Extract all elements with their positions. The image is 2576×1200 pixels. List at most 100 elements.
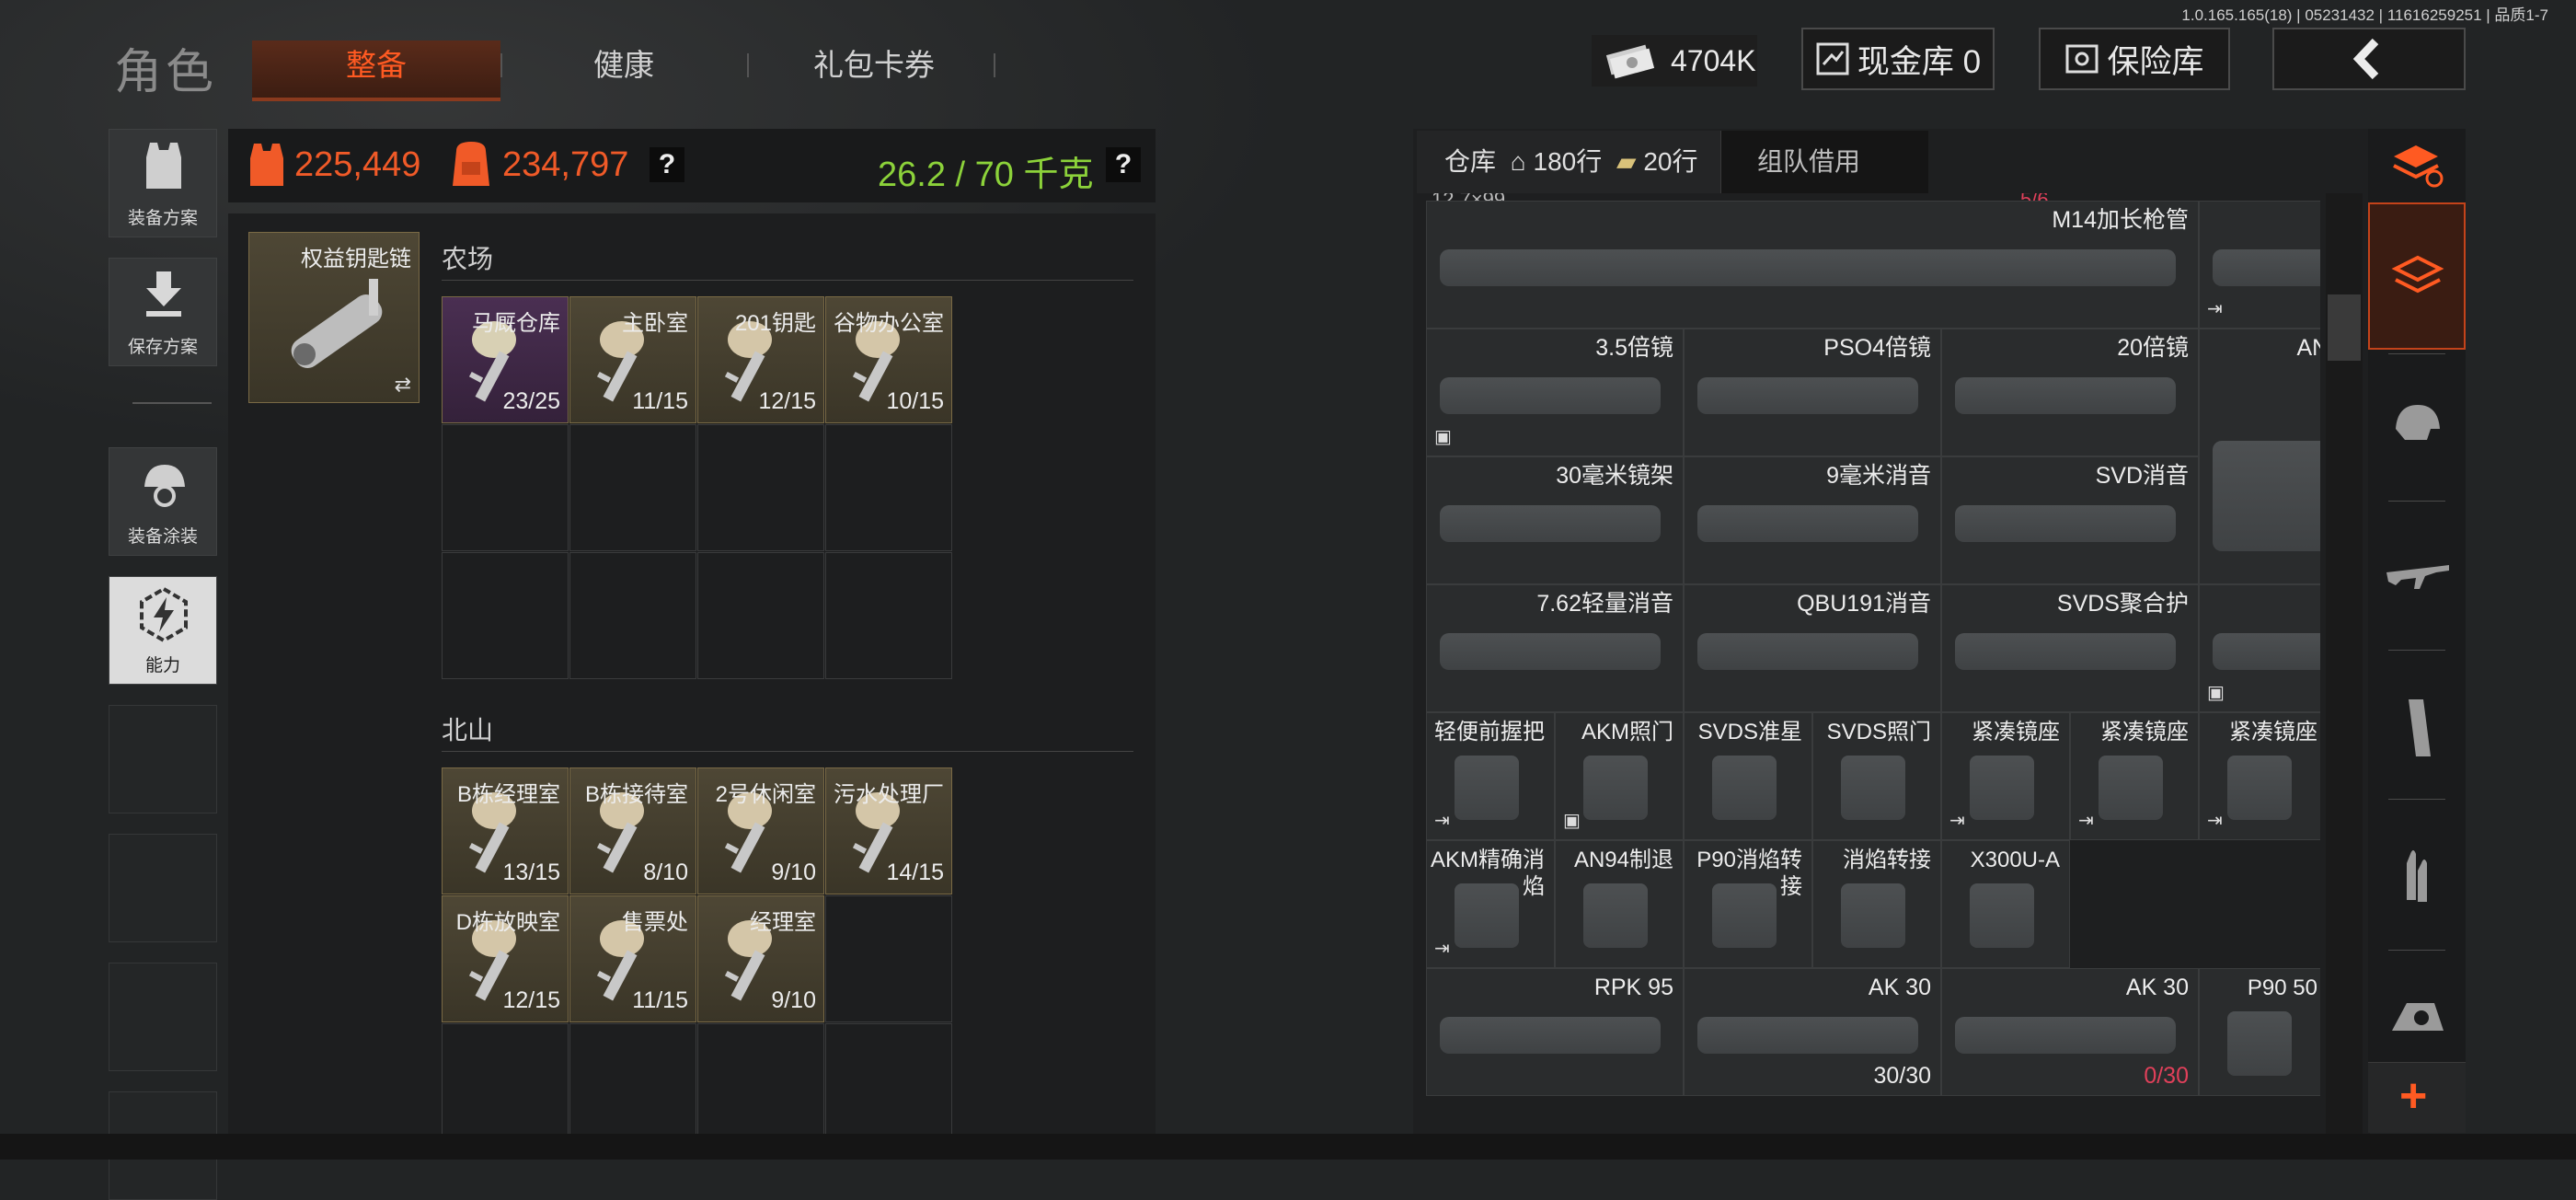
tab-health[interactable]: 健康 — [512, 40, 736, 98]
ability-button[interactable]: 能力 — [109, 576, 217, 685]
all-items-icon[interactable] — [2388, 138, 2445, 198]
helmet-icon[interactable] — [2390, 398, 2445, 454]
key-slot[interactable]: 马厩仓库 23/25 — [442, 296, 569, 423]
item-image — [1841, 883, 1905, 948]
save-loadout-button[interactable]: 保存方案 — [109, 258, 217, 366]
tab-divider — [994, 53, 995, 77]
tab-team-borrow[interactable]: 组队借用 — [1757, 131, 1923, 193]
key-name: 201钥匙 — [734, 311, 816, 336]
rifle-icon[interactable] — [2383, 552, 2453, 603]
key-slot[interactable]: 经理室 9/10 — [697, 895, 824, 1022]
warehouse-item-cell[interactable]: QBU191消音 — [1684, 584, 1941, 712]
add-button[interactable]: + — [2368, 1062, 2466, 1133]
empty-key-slot[interactable] — [569, 424, 696, 551]
warehouse-item-cell[interactable]: 9毫米消音 — [1684, 456, 1941, 584]
warehouse-item-cell[interactable]: PSO4倍镜 — [1684, 329, 1941, 456]
gear-loadout-button[interactable]: 装备方案 — [109, 129, 217, 237]
warehouse-item-cell[interactable]: 3.5倍镜⇥ — [2199, 201, 2320, 329]
empty-key-slot[interactable] — [825, 1023, 952, 1150]
warehouse-item-cell[interactable]: 消焰转接 — [1812, 840, 1941, 968]
warehouse-item-cell[interactable]: 7.62轻量消音 — [1426, 584, 1684, 712]
warehouse-item-cell[interactable]: 轻便前握把▣ — [2199, 584, 2320, 712]
empty-slot — [109, 963, 217, 1071]
warehouse-item-cell[interactable]: 30毫米镜架 — [1426, 456, 1684, 584]
key-slot[interactable]: D栋放映室 12/15 — [442, 895, 569, 1022]
warehouse-item-cell[interactable]: X300U-A — [1941, 840, 2070, 968]
magazine-icon[interactable] — [2399, 696, 2436, 765]
key-slot[interactable]: 售票处 11/15 — [569, 895, 696, 1022]
warehouse-item-cell[interactable]: SVDS聚合护 — [1941, 584, 2199, 712]
item-image — [1440, 632, 1661, 670]
key-count: 12/15 — [758, 388, 816, 414]
empty-key-slot[interactable] — [825, 895, 952, 1022]
empty-key-slot[interactable] — [825, 424, 952, 551]
safe-box-label: 保险库 — [2107, 43, 2204, 80]
tab-warehouse[interactable]: 仓库 ⌂ 180行 ▰ 20行 — [1417, 131, 1721, 193]
warehouse-item-cell[interactable]: 紧凑镜座 ⇥ — [1941, 712, 2070, 840]
help-button[interactable]: ? — [650, 147, 684, 182]
sight-icon[interactable] — [2388, 994, 2447, 1044]
warehouse-item-cell[interactable]: AKM照门 ▣ — [1555, 712, 1684, 840]
empty-key-slot[interactable] — [697, 552, 824, 679]
swap-icon[interactable]: ⇄ — [395, 373, 411, 397]
warehouse-item-cell[interactable]: SVDS照门 — [1812, 712, 1941, 840]
warehouse-scrollbar[interactable] — [2326, 193, 2363, 1160]
warehouse-item-cell[interactable]: AK 30 30/30 — [1684, 968, 1941, 1096]
box-icon: ▣ — [2207, 683, 2225, 703]
tab-gift-cards[interactable]: 礼包卡券 — [764, 40, 984, 98]
warehouse-item-cell[interactable]: RPK 95 — [1426, 968, 1684, 1096]
scrollbar-thumb[interactable] — [2328, 294, 2361, 361]
keychain-slot[interactable]: 权益钥匙链 ⇄ — [248, 232, 420, 403]
download-icon — [146, 271, 181, 317]
cash-vault-button[interactable]: 现金库 0 — [1801, 28, 1995, 90]
key-slot[interactable]: 污水处理厂 14/15 — [825, 767, 952, 894]
empty-key-slot[interactable] — [825, 552, 952, 679]
ammo-icon[interactable] — [2398, 847, 2438, 912]
item-image — [1955, 376, 2176, 414]
empty-key-slot[interactable] — [697, 1023, 824, 1150]
warehouse-item-cell[interactable]: P90消焰转接 — [1684, 840, 1812, 968]
empty-key-slot[interactable] — [442, 424, 569, 551]
key-slot[interactable]: 谷物办公室 10/15 — [825, 296, 952, 423]
key-count: 9/10 — [771, 860, 816, 885]
layers-filter-button[interactable] — [2368, 202, 2466, 350]
bottom-strip — [0, 1134, 2576, 1160]
item-name: 20倍镜 — [2117, 335, 2189, 361]
nav-divider — [2388, 501, 2445, 502]
empty-key-slot[interactable] — [442, 552, 569, 679]
item-name: 紧凑镜座 — [2229, 720, 2317, 744]
warehouse-item-cell[interactable]: 3.5倍镜 ▣ — [1426, 329, 1684, 456]
key-slot[interactable]: 2号休闲室 9/10 — [697, 767, 824, 894]
side-divider — [132, 402, 212, 404]
warehouse-label: 仓库 — [1444, 147, 1497, 176]
back-button[interactable] — [2272, 28, 2466, 90]
empty-key-slot[interactable] — [569, 552, 696, 679]
backpack-icon — [453, 142, 489, 186]
warehouse-item-cell[interactable]: SVDS准星 — [1684, 712, 1812, 840]
key-slot[interactable]: 主卧室 11/15 — [569, 296, 696, 423]
warehouse-item-cell[interactable]: P90 50 — [2199, 968, 2320, 1096]
key-name: 污水处理厂 — [834, 782, 944, 807]
key-slot[interactable]: B栋经理室 13/15 — [442, 767, 569, 894]
empty-key-slot[interactable] — [569, 1023, 696, 1150]
safe-box-button[interactable]: 保险库 — [2039, 28, 2230, 90]
banknote-icon — [1605, 44, 1655, 79]
warehouse-item-cell[interactable]: M14加长枪管 — [1426, 201, 2199, 329]
warehouse-item-cell[interactable]: AK 30 0/30 — [1941, 968, 2199, 1096]
warehouse-item-cell[interactable]: SVD消音 — [1941, 456, 2199, 584]
warehouse-item-cell[interactable]: 紧凑镜座 ⇥ — [2070, 712, 2199, 840]
empty-key-slot[interactable] — [697, 424, 824, 551]
weight-help-button[interactable]: ? — [1106, 147, 1141, 182]
warehouse-item-cell[interactable]: AN94制退 — [1555, 840, 1684, 968]
warehouse-item-cell[interactable]: 轻便前握把 ⇥ — [1426, 712, 1555, 840]
warehouse-item-cell[interactable]: AKM精确消焰 ⇥ — [1426, 840, 1555, 968]
tab-gear[interactable]: 整备 — [252, 40, 500, 101]
gear-paint-button[interactable]: 装备涂装 — [109, 447, 217, 556]
warehouse-item-cell[interactable]: 20倍镜 — [1941, 329, 2199, 456]
layers-icon — [2391, 255, 2444, 294]
warehouse-item-cell[interactable]: AN94专用枪托 — [2199, 329, 2320, 584]
empty-key-slot[interactable] — [442, 1023, 569, 1150]
key-slot[interactable]: 201钥匙 12/15 — [697, 296, 824, 423]
key-slot[interactable]: B栋接待室 8/10 — [569, 767, 696, 894]
warehouse-item-cell[interactable]: 紧凑镜座 ⇥ — [2199, 712, 2320, 840]
